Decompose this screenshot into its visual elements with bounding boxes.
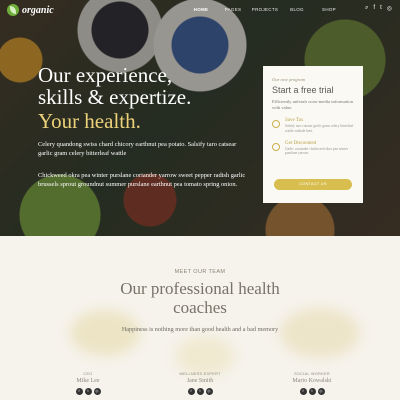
nav-links: HOME PAGES PROJECTS BLOG SHOP: [185, 7, 345, 12]
feature-get-discounted: Get Discounted Garlic coriander chickwee…: [272, 141, 354, 157]
member-name: Mike Lee: [76, 378, 100, 384]
hero-headline-accent: Your health.: [38, 109, 141, 133]
logo[interactable]: organic: [7, 4, 54, 16]
facebook-icon[interactable]: f: [373, 5, 375, 12]
team-member-ceo: CEO Mike Lee f t ◎: [38, 372, 138, 395]
instagram-icon[interactable]: ◎: [317, 388, 325, 395]
feature-desc: Salsify taro catsear garlic gram celery …: [285, 124, 354, 133]
team-subtitle: Happiness is nothing more than good heal…: [121, 326, 279, 333]
trial-card: Our new program Start a free trial Effic…: [263, 66, 363, 203]
member-name: Mario Kowalski: [292, 378, 332, 384]
feature-save-tax: Save Tax Salsify taro catsear garlic gra…: [272, 118, 354, 134]
team-section: MEET OUR TEAM Our professional health co…: [0, 236, 400, 400]
twitter-icon[interactable]: t: [196, 388, 204, 395]
nav-home[interactable]: HOME: [185, 7, 217, 12]
feature-title: Save Tax: [285, 118, 304, 123]
member-socials: f t ◎: [38, 388, 138, 395]
feature-desc: Garlic coriander chickweed okra pea wint…: [285, 146, 348, 156]
team-title-line-2: coaches: [173, 298, 227, 317]
member-socials: f t ◎: [262, 388, 362, 395]
nav-pages[interactable]: PAGES: [217, 7, 249, 12]
instagram-icon[interactable]: ◎: [387, 5, 392, 12]
member-role: SOCIAL WORKER: [294, 372, 330, 376]
leaf-logo-icon: [7, 4, 19, 16]
trial-card-kicker: Our new program: [272, 77, 306, 82]
twitter-icon[interactable]: t: [380, 5, 382, 12]
nav-blog[interactable]: BLOG: [281, 7, 313, 12]
facebook-icon[interactable]: f: [187, 388, 195, 395]
facebook-icon[interactable]: f: [75, 388, 83, 395]
hero-paragraph-2: Chickweed okra pea winter purslane coria…: [38, 172, 246, 188]
discount-icon: [272, 142, 280, 151]
top-navigation: organic HOME PAGES PROJECTS BLOG SHOP ⌕ …: [0, 0, 400, 22]
nav-projects[interactable]: PROJECTS: [249, 7, 281, 12]
nav-shop[interactable]: SHOP: [313, 7, 345, 12]
nav-icons: ⌕ f t ◎: [365, 5, 392, 12]
watercolor-decoration: [175, 336, 235, 376]
search-icon[interactable]: ⌕: [365, 5, 368, 12]
instagram-icon[interactable]: ◎: [205, 388, 213, 395]
hero-section: organic HOME PAGES PROJECTS BLOG SHOP ⌕ …: [0, 0, 400, 236]
member-role: CEO: [83, 372, 93, 376]
team-kicker: MEET OUR TEAM: [174, 269, 226, 275]
twitter-icon[interactable]: t: [308, 388, 316, 395]
team-member-wellness-expert: WELLNESS EXPERT Jane Smith f t ◎: [150, 372, 250, 395]
team-member-social-worker: SOCIAL WORKER Mario Kowalski f t ◎: [262, 372, 362, 395]
leaf-icon: [272, 120, 280, 128]
hero-headline-line-1: Our experience,: [38, 63, 173, 87]
contact-us-button[interactable]: CONTACT US: [274, 179, 352, 190]
hero-headline-line-2: skills & expertize.: [38, 85, 192, 109]
trial-card-title: Start a free trial: [272, 85, 334, 95]
hero-paragraph-1: Celery quandong swiss chard chicory eart…: [38, 141, 237, 157]
member-name: Jane Smith: [186, 378, 214, 384]
twitter-icon[interactable]: t: [84, 388, 92, 395]
team-title-line-1: Our professional health: [120, 279, 280, 298]
facebook-icon[interactable]: f: [299, 388, 307, 395]
feature-title: Get Discounted: [285, 140, 317, 146]
instagram-icon[interactable]: ◎: [93, 388, 101, 395]
member-role: WELLNESS EXPERT: [179, 372, 221, 376]
trial-card-subtitle: Efficiently unleash cross-media informat…: [272, 99, 353, 110]
hero-headline: Our experience, skills & expertize.: [38, 64, 258, 108]
member-socials: f t ◎: [150, 388, 250, 395]
logo-text: organic: [22, 4, 54, 16]
